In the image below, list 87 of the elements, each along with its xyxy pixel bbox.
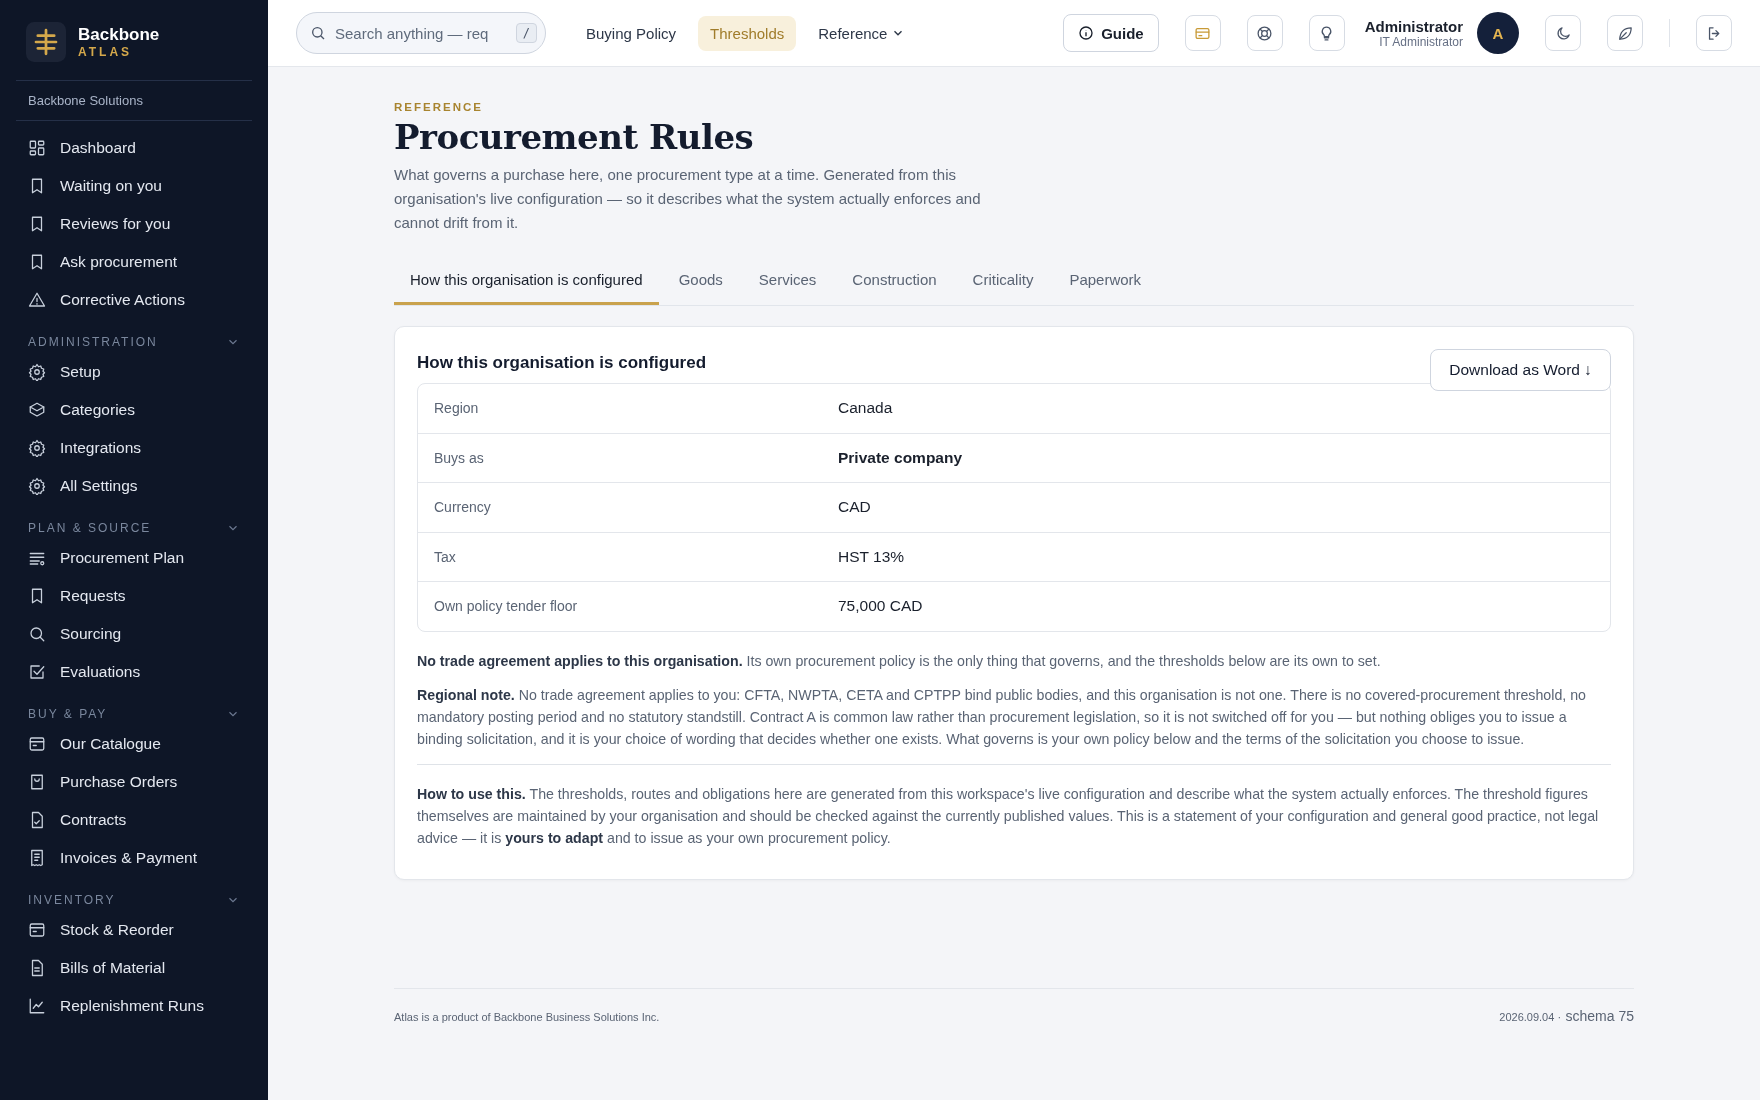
schema-version: schema 75 (1565, 1007, 1634, 1024)
sidebar-item[interactable]: Integrations (16, 429, 252, 467)
grid-icon (28, 139, 46, 157)
sidebar-item[interactable]: Dashboard (16, 129, 252, 167)
table-cell-text: Region (433, 400, 480, 417)
page-description: What governs a purchase here, one procurement type at a time. Generated from this organisation's live configuration — so it describes what the system actually enforces and cannot drift from it. (394, 165, 982, 233)
sidebar-item[interactable]: Stock & Reorder (16, 911, 252, 949)
section-heading: ADMINISTRATION (28, 335, 158, 349)
nav-link[interactable]: Thresholds (698, 15, 797, 51)
note-paragraph: Regional note. No trade agreement applies to you: CFTA, NWPTA, CETA and CPTPP bind public bodies, and this organisation is not one. There is no covered-procurement threshold, no mandatory posting period and no statutory standstill. Contract A is common law rather than procurement legislation, so it is not switched off for you — but nothing obliges you to issue a binding solicitation, and it is your choice of wording that decides whether one exists. What governs is your own policy below and the terms of the solicitation you choose to issue. (417, 685, 1587, 749)
download-button[interactable]: Download as Word ↓ (1430, 349, 1611, 391)
leaf-button[interactable] (1607, 15, 1643, 51)
tab[interactable]: Paperwork (1053, 259, 1158, 305)
chart-icon (28, 997, 46, 1015)
card-title: How this organisation is configured (417, 353, 707, 373)
table-cell-text: Currency (433, 499, 492, 516)
guide-button[interactable]: Guide (1063, 14, 1159, 52)
eyebrow-label: REFERENCE (394, 101, 484, 113)
sidebar-item[interactable]: Bills of Material (16, 949, 252, 987)
avatar[interactable]: A (1477, 12, 1519, 54)
user-role: IT Administrator (1379, 34, 1463, 49)
gear-icon (28, 363, 46, 381)
user-name: Administrator (1364, 17, 1463, 35)
receipt-icon (28, 849, 46, 867)
tab[interactable]: Services (742, 259, 833, 305)
theme-button[interactable] (1545, 15, 1581, 51)
logo-icon (26, 22, 66, 62)
card-button[interactable] (1184, 15, 1221, 51)
lifebuoy-icon (1256, 24, 1274, 42)
section-heading: PLAN & SOURCE (28, 521, 152, 535)
gear-icon (28, 477, 46, 495)
tips-button[interactable] (1308, 15, 1345, 51)
sidebar-item[interactable]: Requests (16, 577, 252, 615)
gear-icon (28, 439, 46, 457)
warning-icon (28, 291, 46, 309)
table-cell-text: Buys as (433, 449, 485, 466)
search-icon (310, 25, 326, 41)
cube-icon (28, 401, 46, 419)
tab[interactable]: Construction (836, 259, 953, 305)
footer-date: 2026.09.04 · (1499, 1010, 1562, 1023)
info-icon (1078, 25, 1095, 41)
nav-link[interactable]: Buying Policy (574, 15, 689, 51)
leaf-icon (1616, 24, 1634, 42)
help-button[interactable] (1246, 15, 1283, 51)
sidebar-item[interactable]: Waiting on you (16, 167, 252, 205)
bag-icon (28, 773, 46, 791)
table-cell-text: Private company (838, 448, 964, 467)
table-cell-text: Canada (838, 399, 894, 418)
sidebar-item[interactable]: Reviews for you (16, 205, 252, 243)
sidebar-item[interactable]: Sourcing (16, 615, 252, 653)
section-heading: INVENTORY (28, 893, 116, 907)
table-cell-text: 75,000 CAD (838, 597, 924, 616)
sidebar-item[interactable]: Procurement Plan (16, 539, 252, 577)
search-icon (28, 625, 46, 643)
sidebar-item[interactable]: Invoices & Payment (16, 839, 252, 877)
table-cell-text: Own policy tender floor (433, 598, 579, 615)
tab[interactable]: Criticality (956, 259, 1050, 305)
sidebar-item[interactable]: All Settings (16, 467, 252, 505)
sidebar-item[interactable]: Categories (16, 391, 252, 429)
card-icon (28, 735, 46, 753)
brand-subtitle: ATLAS (78, 45, 134, 59)
organisation-name: Backbone Solutions (28, 93, 143, 108)
section-heading: BUY & PAY (28, 707, 108, 721)
footer-text: Atlas is a product of Backbone Business Solutions Inc. (394, 1010, 660, 1023)
sidebar-item[interactable]: Corrective Actions (16, 281, 252, 319)
nav-link[interactable]: Reference (806, 15, 918, 51)
usage-paragraph: How to use this. The thresholds, routes and obligations here are generated from this workspace's live configuration and describe what the system actually enforces. The threshold figures themselves are maintained by your organisation and should be checked against the currently published values. This is a statement of your configuration and general good practice, not legal advice — it is yours to adapt and to issue as your own procurement policy. (417, 784, 1600, 848)
table-cell-text: Tax (433, 548, 457, 565)
sidebar-item[interactable]: Replenishment Runs (16, 987, 252, 1025)
logout-button[interactable] (1696, 15, 1732, 51)
tab[interactable]: How this organisation is configured (394, 259, 659, 305)
sidebar-item[interactable]: Purchase Orders (16, 763, 252, 801)
moon-icon (1554, 24, 1572, 42)
card-icon (28, 921, 46, 939)
sidebar-item[interactable]: Setup (16, 353, 252, 391)
sidebar-item[interactable]: Our Catalogue (16, 725, 252, 763)
sidebar-item[interactable]: Contracts (16, 801, 252, 839)
table-cell-text: CAD (838, 498, 872, 517)
checkbox-icon (28, 663, 46, 681)
tab[interactable]: Goods (662, 259, 739, 305)
brand-name: Backbone (78, 25, 160, 45)
shortcut-key: / (515, 23, 537, 43)
sidebar-item[interactable]: Evaluations (16, 653, 252, 691)
note-paragraph: No trade agreement applies to this organisation. Its own procurement policy is the only thing that governs, and the thresholds below are its own to set. (417, 651, 1382, 671)
page-title: Procurement Rules (394, 117, 755, 157)
sidebar-item[interactable]: Ask procurement (16, 243, 252, 281)
table-cell-text: HST 13% (838, 547, 906, 566)
